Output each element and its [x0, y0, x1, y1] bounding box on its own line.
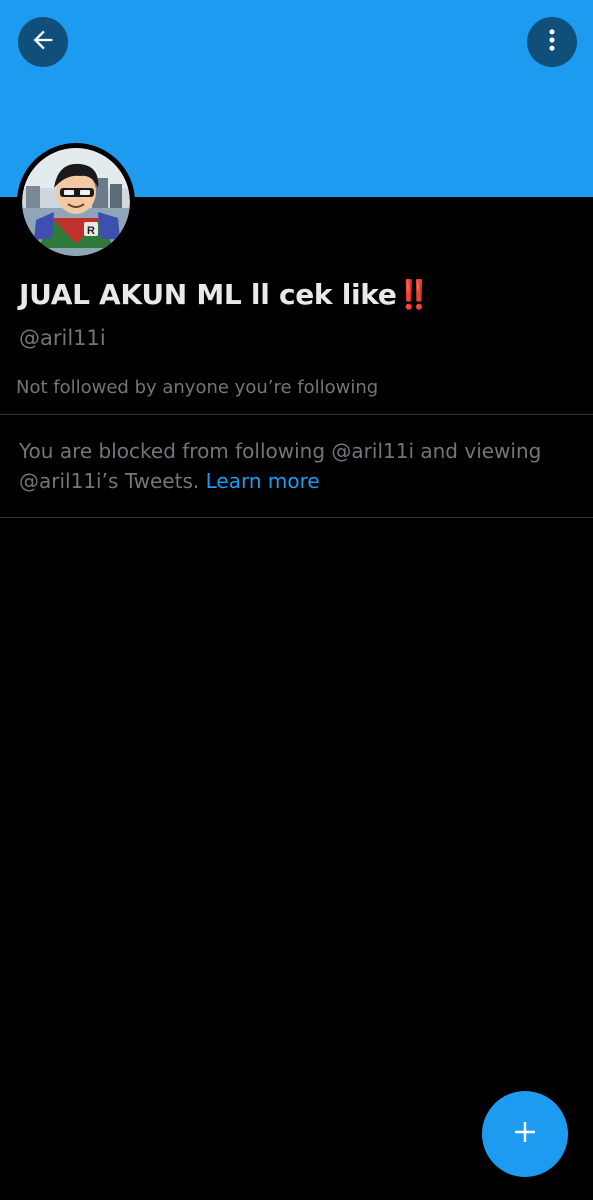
profile-display-name: JUAL AKUN ML ll cek like‼️	[19, 278, 431, 311]
followed-by-text: Not followed by anyone you’re following	[16, 377, 379, 398]
arrow-left-icon	[29, 26, 57, 58]
compose-tweet-button[interactable]	[482, 1091, 568, 1177]
more-vertical-icon	[538, 26, 566, 58]
more-options-button[interactable]	[527, 17, 577, 67]
svg-text:R: R	[87, 225, 95, 237]
learn-more-link[interactable]: Learn more	[206, 469, 320, 493]
display-name-text: JUAL AKUN ML ll cek like	[19, 278, 397, 311]
blocked-notice: You are blocked from following @aril11i …	[19, 436, 574, 496]
double-exclamation-icon: ‼️	[396, 278, 432, 311]
avatar[interactable]: R	[17, 143, 135, 261]
cartoon-robin-avatar: R	[22, 148, 130, 256]
back-button[interactable]	[18, 17, 68, 67]
plus-icon	[510, 1117, 540, 1151]
divider	[0, 414, 593, 415]
profile-handle: @aril11i	[19, 326, 106, 350]
divider	[0, 517, 593, 518]
